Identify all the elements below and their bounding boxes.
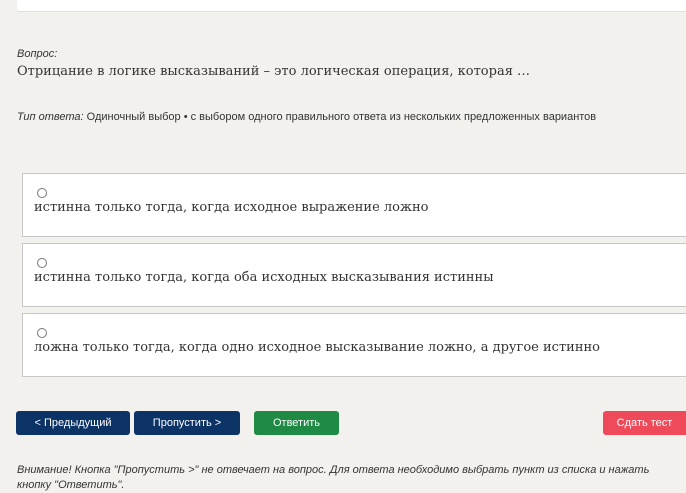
answer-type: Тип ответа: Одиночный выбор • с выбором … [17,111,596,123]
top-panel [17,0,686,12]
answer-option-2[interactable]: истинна только тогда, когда оба исходных… [22,243,686,307]
answer-button[interactable]: Ответить [254,411,339,435]
answer-type-label: Тип ответа: [17,111,84,123]
previous-button[interactable]: < Предыдущий [16,411,130,435]
answer-option-text: истинна только тогда, когда оба исходных… [34,270,494,285]
answer-option-3[interactable]: ложна только тогда, когда одно исходное … [22,313,686,377]
skip-warning-notice: Внимание! Кнопка "Пропустить >" не отвеч… [17,464,650,491]
skip-button[interactable]: Пропустить > [134,411,240,435]
finish-test-button[interactable]: Сдать тест [603,411,686,435]
radio-button[interactable] [37,328,47,338]
radio-button[interactable] [37,188,47,198]
answer-option-text: ложна только тогда, когда одно исходное … [34,340,600,355]
radio-button[interactable] [37,258,47,268]
question-label: Вопрос: [17,48,58,60]
question-text: Отрицание в логике высказываний – это ло… [17,64,531,79]
answer-option-1[interactable]: истинна только тогда, когда исходное выр… [22,173,686,237]
answer-option-text: истинна только тогда, когда исходное выр… [34,200,429,215]
answer-type-value: Одиночный выбор • с выбором одного прави… [83,111,597,123]
